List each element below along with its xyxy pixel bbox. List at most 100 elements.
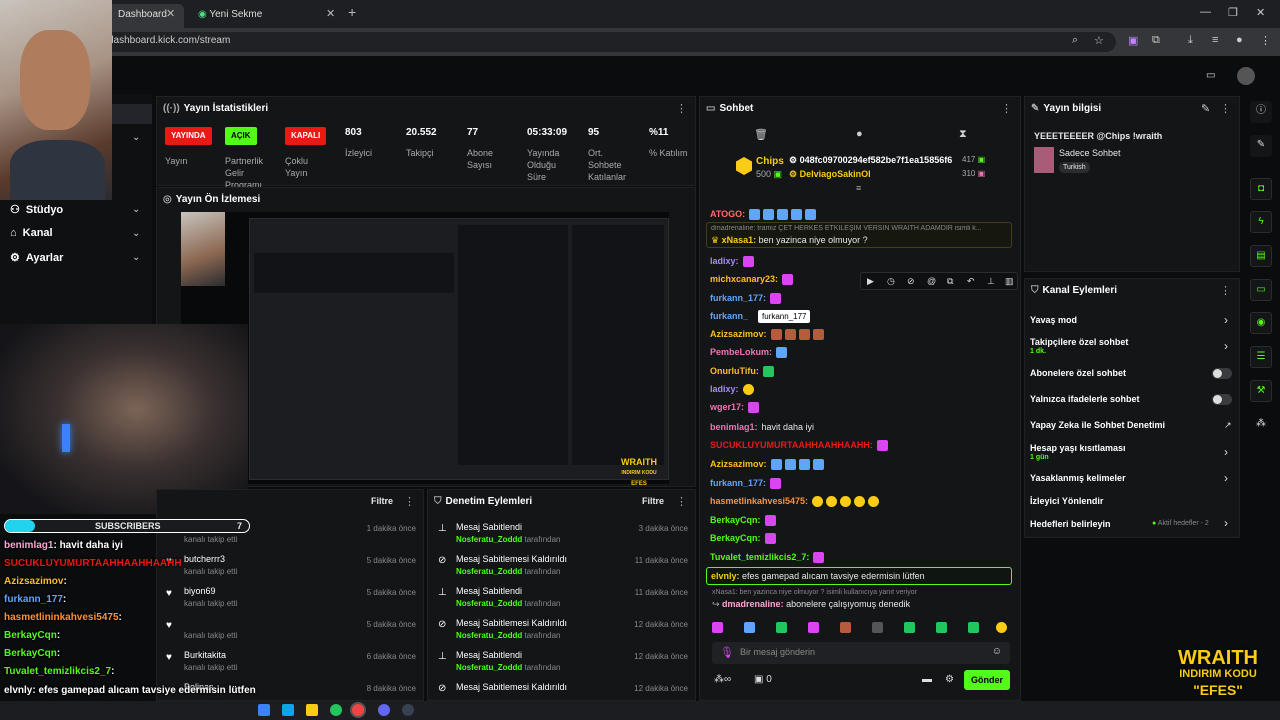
download-icon[interactable]: ⤓: [1188, 34, 1193, 47]
community-icon[interactable]: ⁂∞: [714, 674, 731, 685]
chat-username[interactable]: BerkayCqn:: [710, 515, 761, 525]
action-ai-moderation[interactable]: Yapay Zeka ile Sohbet Denetimi: [1030, 420, 1165, 430]
list-item[interactable]: ⊥ Mesaj Sabitlendi Nosferatu_Zoddd tarafın…: [432, 646, 692, 678]
list-icon[interactable]: ☰: [1250, 346, 1272, 368]
document-icon[interactable]: ▤: [1250, 245, 1272, 267]
chat-message[interactable]: benimlag1: havit daha iyi: [710, 420, 814, 434]
lightning-icon[interactable]: ϟ: [1250, 211, 1272, 233]
chat-username[interactable]: Azizsazimov:: [710, 329, 767, 339]
menu-dots-icon[interactable]: ⋮: [676, 102, 687, 115]
chat-icon[interactable]: ▭: [1250, 279, 1272, 301]
live-badge-icon[interactable]: ▭: [1206, 70, 1215, 81]
microphone-icon[interactable]: 🎙: [720, 646, 734, 659]
new-tab-button[interactable]: +: [348, 4, 356, 20]
chat-message[interactable]: wger17:: [710, 400, 762, 414]
emote-only-toggle[interactable]: [1212, 394, 1232, 405]
chevron-down-icon[interactable]: ⌄: [132, 228, 140, 239]
ban-icon[interactable]: ⊘: [907, 276, 915, 287]
play-icon[interactable]: ▶: [867, 276, 874, 287]
action-sub-only[interactable]: Abonelere özel sohbet: [1030, 368, 1126, 378]
list-item[interactable]: ⊘ Mesaj Sabitlemesi Kaldırıldı Nosferatu_Z…: [432, 550, 692, 582]
chat-message[interactable]: Tuvalet_temizlikcis2_7:: [710, 550, 827, 564]
wrench-icon[interactable]: ⚒: [1250, 380, 1272, 402]
menu-dots-icon[interactable]: ⋮: [676, 495, 687, 508]
chat-username[interactable]: benimlag1:: [710, 422, 758, 432]
emote-icon[interactable]: [776, 622, 787, 633]
mention-icon[interactable]: @: [927, 276, 936, 286]
chat-username[interactable]: furkann_177:: [710, 478, 766, 488]
chat-message[interactable]: furkann_177:: [710, 291, 784, 305]
reading-list-icon[interactable]: ≡: [1212, 34, 1218, 46]
filter-button[interactable]: Filtre: [642, 496, 664, 506]
chat-message[interactable]: SUCUKLUYUMURTAAHHAAHHAAHH:: [710, 438, 891, 452]
minimize-icon[interactable]: —: [1200, 6, 1211, 18]
edge-icon[interactable]: [282, 704, 294, 716]
menu-dots-icon[interactable]: ⋮: [1220, 102, 1231, 115]
tab-new-tab[interactable]: ◉ Yeni Sekme: [188, 4, 338, 28]
bookmark-star-icon[interactable]: ☆: [1094, 34, 1104, 47]
broadcast-icon[interactable]: ◉: [1250, 312, 1272, 334]
avatar[interactable]: [1237, 67, 1255, 85]
emoji-icon[interactable]: ☺: [992, 646, 1002, 657]
file-explorer-icon[interactable]: [306, 704, 318, 716]
chat-username[interactable]: hasmetlinkahvesi5475:: [710, 496, 808, 506]
chat-message[interactable]: furkann_: [710, 309, 748, 323]
chat-message[interactable]: michxcanary23:: [710, 272, 796, 286]
chat-username[interactable]: PembeLokum:: [710, 347, 772, 357]
category-name[interactable]: Sadece Sohbet: [1059, 148, 1121, 158]
leaderboard-entry[interactable]: ⚙ 048fc09700294ef582be7f1ea15856f6: [789, 155, 952, 166]
chevron-right-icon[interactable]: ›: [1224, 471, 1228, 485]
close-tab-icon[interactable]: ✕: [326, 7, 335, 20]
chevron-right-icon[interactable]: ›: [1224, 339, 1228, 353]
hourglass-icon[interactable]: ⧗: [959, 128, 967, 141]
chat-input[interactable]: 🎙 Bir mesaj gönderin ☺: [712, 642, 1010, 664]
discord-icon[interactable]: [378, 704, 390, 716]
menu-dots-icon[interactable]: ⋮: [1260, 34, 1271, 47]
chat-message[interactable]: BerkayCqn:: [710, 531, 779, 545]
action-banned-words[interactable]: Yasaklanmış kelimeler: [1030, 473, 1126, 483]
chevron-right-icon[interactable]: ›: [1224, 516, 1228, 530]
chat-username[interactable]: Azizsazimov:: [710, 459, 767, 469]
chat-settings-icon[interactable]: ▬: [922, 674, 932, 685]
sidebar-item-settings[interactable]: ⚙ Ayarlar: [10, 251, 63, 264]
spotify-icon[interactable]: [330, 704, 342, 716]
pin-icon[interactable]: ⊥: [987, 276, 995, 287]
chat-message[interactable]: ↪ dmadrenaline: abonelere çalışıyomuş de…: [712, 599, 910, 610]
address-input[interactable]: dashboard.kick.com/stream: [96, 32, 1116, 52]
emote-icon[interactable]: [808, 622, 819, 633]
chat-username[interactable]: BerkayCqn:: [710, 533, 761, 543]
sidebar-item-studio[interactable]: ⚇ Stüdyo: [10, 203, 63, 216]
emote-icon[interactable]: [872, 622, 883, 633]
filter-button[interactable]: Filtre: [371, 496, 393, 506]
chat-message[interactable]: Azizsazimov:: [710, 327, 827, 341]
list-item[interactable]: ♥ butcherrr3 kanalı takip etti 5 dakika önc…: [160, 550, 420, 582]
chat-username[interactable]: furkann_: [710, 311, 748, 321]
emote-icon[interactable]: [996, 622, 1007, 633]
chat-username[interactable]: wger17:: [710, 402, 744, 412]
chat-message[interactable]: furkann_177:: [710, 476, 784, 490]
chat-message[interactable]: Azizsazimov:: [710, 457, 827, 471]
collapse-icon[interactable]: ≡: [856, 183, 861, 193]
preview-video[interactable]: WRAITH INDIRIM KODU EFES: [181, 212, 669, 487]
action-follower-only[interactable]: Takipçilere özel sohbet 1 dk.: [1030, 337, 1128, 355]
info-icon[interactable]: ⓘ: [1250, 101, 1272, 123]
close-tab-icon[interactable]: ✕: [166, 7, 175, 20]
timeout-icon[interactable]: ◷: [887, 276, 895, 287]
gear-icon[interactable]: ⚙: [945, 674, 954, 685]
chat-username[interactable]: ladixy:: [710, 256, 739, 266]
chat-username[interactable]: SUCUKLUYUMURTAAHHAAHHAAHH:: [710, 440, 873, 450]
list-item[interactable]: ⊥ Mesaj Sabitlendi Nosferatu_Zoddd tarafın…: [432, 582, 692, 614]
emote-icon[interactable]: [968, 622, 979, 633]
action-slow-mode[interactable]: Yavaş mod: [1030, 315, 1077, 325]
action-account-age[interactable]: Hesap yaşı kısıtlaması 1 gün: [1030, 443, 1126, 461]
chevron-down-icon[interactable]: ⌄: [132, 204, 140, 215]
emote-icon[interactable]: [904, 622, 915, 633]
chat-username[interactable]: ATOGO:: [710, 209, 745, 219]
community-icon[interactable]: ⁂: [1250, 414, 1272, 436]
chrome-icon[interactable]: [352, 704, 364, 716]
chevron-right-icon[interactable]: ›: [1224, 445, 1228, 459]
list-item[interactable]: ♥ biyon69 kanalı takip etti 5 dakika önce: [160, 582, 420, 614]
chat-username[interactable]: Tuvalet_temizlikcis2_7:: [710, 552, 809, 562]
chat-message[interactable]: ladixy:: [710, 254, 757, 268]
close-window-icon[interactable]: ✕: [1256, 6, 1265, 19]
